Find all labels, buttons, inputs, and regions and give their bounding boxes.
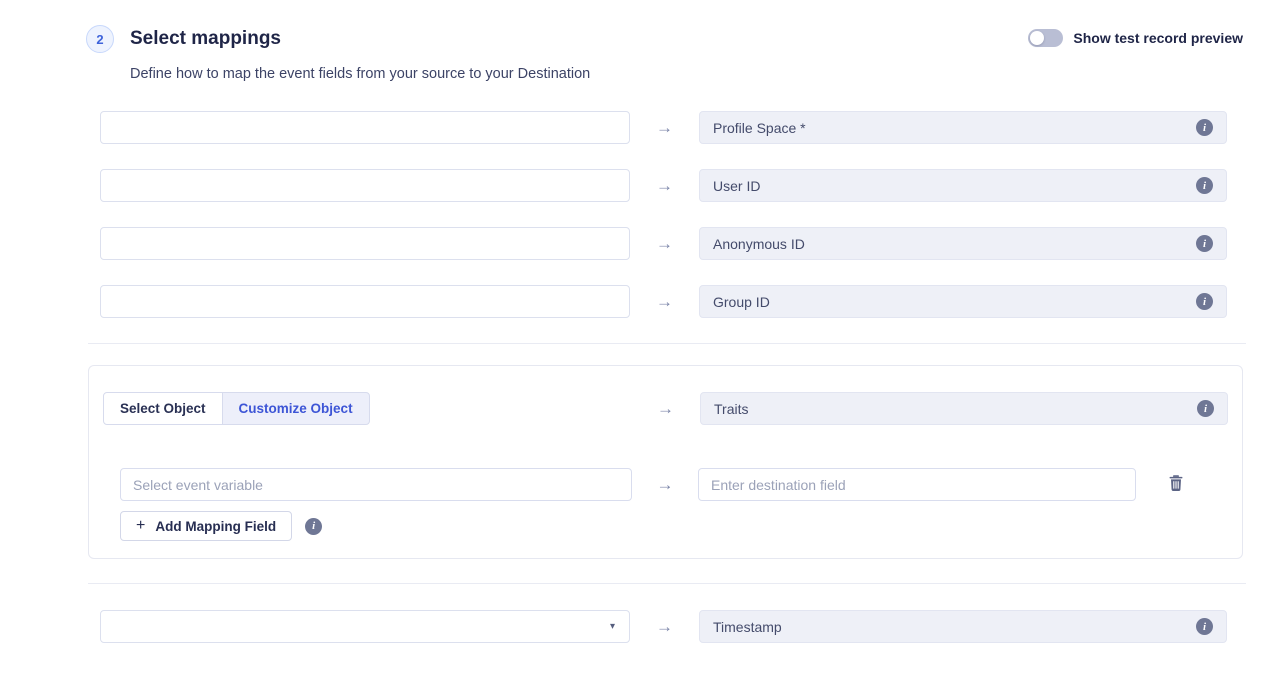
destination-field-label: User ID — [713, 178, 760, 194]
trash-icon — [1168, 474, 1184, 495]
info-icon[interactable]: i — [1196, 618, 1213, 635]
add-mapping-row: + Add Mapping Field i — [120, 511, 1242, 541]
toggle-switch[interactable] — [1028, 29, 1063, 47]
destination-field-input[interactable] — [698, 468, 1136, 501]
destination-field-label: Traits — [714, 401, 748, 417]
event-variable-input[interactable] — [120, 468, 632, 501]
custom-mapping-row: → — [89, 468, 1242, 501]
add-mapping-field-label: Add Mapping Field — [155, 519, 276, 534]
destination-field-box: User ID i — [699, 169, 1227, 202]
source-field-input[interactable] — [100, 169, 630, 202]
object-mode-segmented-control: Select Object Customize Object — [103, 392, 370, 425]
tab-customize-object[interactable]: Customize Object — [222, 392, 370, 425]
destination-field-label: Profile Space * — [713, 120, 806, 136]
destination-field-label: Group ID — [713, 294, 770, 310]
arrow-right-icon: → — [630, 118, 699, 138]
object-mode-tabs-cell: Select Object Customize Object — [89, 392, 631, 425]
destination-field-box: Group ID i — [699, 285, 1227, 318]
toggle-knob — [1030, 31, 1044, 45]
info-icon[interactable]: i — [305, 518, 322, 535]
add-mapping-field-button[interactable]: + Add Mapping Field — [120, 511, 292, 541]
source-field-input[interactable] — [100, 227, 630, 260]
arrow-right-icon: → — [630, 292, 699, 312]
info-icon[interactable]: i — [1196, 177, 1213, 194]
mapping-row-timestamp: ▾ → Timestamp i — [100, 610, 1283, 643]
delete-mapping-button[interactable] — [1166, 472, 1186, 497]
mapping-row-group-id: → Group ID i — [100, 285, 1283, 318]
page-title: Select mappings — [130, 25, 281, 53]
destination-field-box: Traits i — [700, 392, 1228, 425]
destination-field-label: Anonymous ID — [713, 236, 805, 252]
info-icon[interactable]: i — [1196, 293, 1213, 310]
timestamp-source-select[interactable]: ▾ — [100, 610, 630, 643]
divider — [88, 343, 1246, 344]
arrow-right-icon: → — [631, 399, 700, 419]
arrow-right-icon: → — [630, 176, 699, 196]
plus-icon: + — [136, 517, 145, 535]
info-icon[interactable]: i — [1196, 119, 1213, 136]
arrow-right-icon: → — [630, 234, 699, 254]
destination-field-box: Timestamp i — [699, 610, 1227, 643]
toggle-label: Show test record preview — [1073, 30, 1243, 46]
header: 2 Select mappings Show test record previ… — [0, 0, 1283, 53]
info-icon[interactable]: i — [1197, 400, 1214, 417]
show-test-record-preview-toggle-group[interactable]: Show test record preview — [1028, 29, 1243, 47]
destination-field-label: Timestamp — [713, 619, 782, 635]
arrow-right-icon: → — [632, 475, 698, 495]
source-field-input[interactable] — [100, 111, 630, 144]
mapping-row-user-id: → User ID i — [100, 169, 1283, 202]
select-mappings-panel: 2 Select mappings Show test record previ… — [0, 0, 1283, 676]
info-icon[interactable]: i — [1196, 235, 1213, 252]
destination-field-box: Anonymous ID i — [699, 227, 1227, 260]
tab-select-object[interactable]: Select Object — [103, 392, 223, 425]
source-field-input[interactable] — [100, 285, 630, 318]
destination-field-box: Profile Space * i — [699, 111, 1227, 144]
traits-mapping-section: Select Object Customize Object → Traits … — [88, 365, 1243, 559]
arrow-right-icon: → — [630, 617, 699, 637]
divider — [88, 583, 1246, 584]
mapping-row-anonymous-id: → Anonymous ID i — [100, 227, 1283, 260]
page-subtitle: Define how to map the event fields from … — [130, 66, 1283, 82]
step-number-badge: 2 — [86, 25, 114, 53]
mapping-row-profile-space: → Profile Space * i — [100, 111, 1283, 144]
chevron-down-icon: ▾ — [610, 621, 615, 632]
mapping-rows: → Profile Space * i → User ID i → Anonym… — [0, 111, 1283, 318]
traits-section-header: Select Object Customize Object → Traits … — [89, 392, 1242, 425]
